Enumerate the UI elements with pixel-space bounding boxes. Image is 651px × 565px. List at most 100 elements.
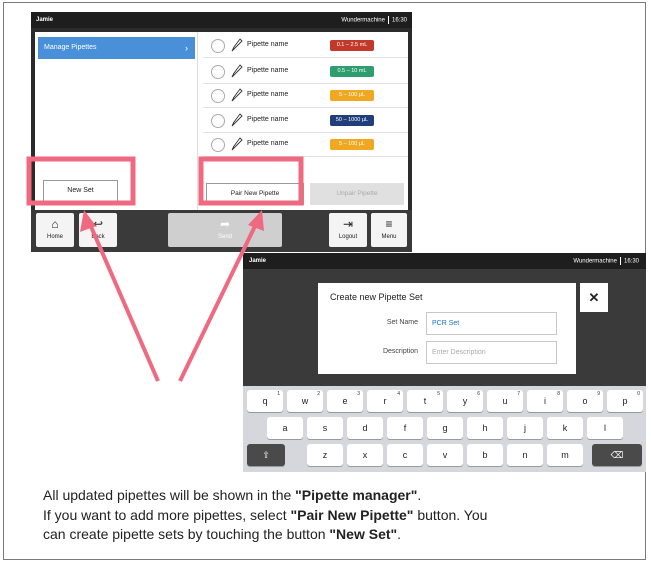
- pipette-row[interactable]: Pipette name 50 – 1000 µL: [203, 109, 408, 133]
- pipette-row[interactable]: Pipette name 0.1 – 2.5 mL: [203, 34, 408, 58]
- key-u[interactable]: u7: [487, 390, 523, 412]
- key-w[interactable]: w2: [287, 390, 323, 412]
- key-h[interactable]: h: [467, 417, 503, 439]
- key-c[interactable]: c: [387, 444, 423, 466]
- key-e[interactable]: e3: [327, 390, 363, 412]
- volume-range-badge: 0.5 – 10 mL: [330, 66, 374, 77]
- main-panel: Manage Pipettes › New Set Pair New Pipet…: [35, 32, 408, 210]
- caption-text: If you want to add more pipettes, select: [43, 506, 291, 523]
- key-t[interactable]: t5: [407, 390, 443, 412]
- pipette-icon: [231, 38, 243, 52]
- key-o[interactable]: o9: [567, 390, 603, 412]
- select-radio[interactable]: [211, 89, 225, 103]
- device-name: Wundermachine: [341, 17, 385, 24]
- pipette-row[interactable]: Pipette name 5 – 100 µL: [203, 84, 408, 108]
- key-b[interactable]: b: [467, 444, 503, 466]
- chevron-right-icon: ›: [185, 43, 188, 53]
- backspace-key[interactable]: ⌫: [592, 444, 642, 466]
- status-right: Wundermachine 16:30: [573, 257, 639, 265]
- back-button[interactable]: ↩ Back: [79, 213, 117, 247]
- logout-icon: ⇥: [342, 217, 354, 231]
- caption-text: All updated pipettes will be shown in th…: [43, 487, 296, 503]
- pipette-row[interactable]: Pipette name 5 – 100 µL: [203, 133, 408, 157]
- menu-label: Menu: [381, 234, 397, 240]
- footer-bar: ⌂ Home ↩ Back ➦ Send ⇥ Logout ≡ Menu: [31, 210, 412, 252]
- pipette-name: Pipette name: [247, 41, 289, 48]
- home-icon: ⌂: [51, 217, 59, 231]
- caption-text: .: [417, 487, 422, 503]
- key-p[interactable]: p0: [607, 390, 643, 412]
- status-right: Wundermachine 16:30: [341, 16, 407, 24]
- pipette-icon: [231, 137, 243, 151]
- select-radio[interactable]: [211, 65, 225, 79]
- caption-line-3: can create pipette sets by touching the …: [43, 525, 643, 545]
- key-k[interactable]: k: [547, 417, 583, 439]
- key-f[interactable]: f: [387, 417, 423, 439]
- key-s[interactable]: s: [307, 417, 343, 439]
- clock: 16:30: [623, 258, 639, 265]
- volume-range-badge: 50 – 1000 µL: [330, 115, 374, 126]
- create-set-screen: Jamie Wundermachine 16:30 Create new Pipe…: [243, 253, 646, 472]
- multichannel-pipette-icon: [231, 113, 243, 127]
- select-radio[interactable]: [211, 138, 225, 152]
- logout-button[interactable]: ⇥ Logout: [329, 213, 367, 247]
- set-name-label: Set Name: [386, 319, 418, 326]
- key-z[interactable]: z: [307, 444, 343, 466]
- send-icon: ➦: [219, 217, 231, 231]
- caption-text: .: [397, 526, 402, 542]
- new-set-button[interactable]: New Set: [43, 180, 118, 202]
- key-q[interactable]: q1: [247, 390, 283, 412]
- user-name: Jamie: [36, 17, 54, 23]
- manage-pipettes-item[interactable]: Manage Pipettes ›: [38, 37, 195, 59]
- description-label: Description: [382, 348, 418, 355]
- home-label: Home: [46, 234, 63, 240]
- key-d[interactable]: d: [347, 417, 383, 439]
- description-input[interactable]: Enter Description: [426, 341, 557, 364]
- caption-bold: "Pipette manager": [295, 487, 418, 503]
- pipette-icon: [231, 64, 243, 78]
- key-r[interactable]: r4: [367, 390, 403, 412]
- pipette-icon: [231, 88, 243, 102]
- pipette-manager-screen: Jamie Wundermachine 16:30 Manage Pipettes…: [31, 12, 412, 252]
- key-y[interactable]: y6: [447, 390, 483, 412]
- key-a[interactable]: a: [267, 417, 303, 439]
- home-button[interactable]: ⌂ Home: [36, 213, 74, 247]
- key-g[interactable]: g: [427, 417, 463, 439]
- pipette-name: Pipette name: [247, 140, 289, 147]
- clock: 16:30: [391, 17, 407, 24]
- send-button[interactable]: ➦ Send: [168, 213, 282, 247]
- key-i[interactable]: i8: [527, 390, 563, 412]
- caption-line-1: All updated pipettes will be shown in th…: [43, 486, 643, 506]
- back-icon: ↩: [92, 217, 104, 231]
- pair-new-pipette-button[interactable]: Pair New Pipette: [206, 183, 304, 205]
- key-v[interactable]: v: [427, 444, 463, 466]
- dialog-title: Create new Pipette Set: [330, 292, 423, 302]
- caption-bold: "New Set": [329, 526, 398, 542]
- close-button[interactable]: ✕: [580, 283, 608, 312]
- menu-button[interactable]: ≡ Menu: [371, 213, 407, 247]
- set-name-input[interactable]: PCR Set: [426, 312, 557, 335]
- shift-key[interactable]: ⇧: [247, 444, 285, 466]
- unpair-pipette-button[interactable]: Unpair Pipette: [310, 183, 404, 205]
- key-l[interactable]: l: [587, 417, 623, 439]
- back-label: Back: [91, 234, 105, 240]
- status-bar: Jamie Wundermachine 16:30: [31, 12, 412, 28]
- send-label: Send: [217, 234, 232, 240]
- status-bar: Jamie Wundermachine 16:30: [243, 253, 646, 269]
- pipette-name: Pipette name: [247, 67, 289, 74]
- user-name: Jamie: [249, 258, 267, 264]
- volume-range-badge: 0.1 – 2.5 mL: [330, 40, 374, 51]
- pipette-row[interactable]: Pipette name 0.5 – 10 mL: [203, 60, 408, 84]
- key-x[interactable]: x: [347, 444, 383, 466]
- select-radio[interactable]: [211, 114, 225, 128]
- caption-bold: "Pair New Pipette": [290, 506, 414, 523]
- device-name: Wundermachine: [573, 258, 617, 265]
- select-radio[interactable]: [211, 39, 225, 53]
- key-j[interactable]: j: [507, 417, 543, 439]
- key-m[interactable]: m: [547, 444, 583, 466]
- pipette-name: Pipette name: [247, 116, 289, 123]
- key-n[interactable]: n: [507, 444, 543, 466]
- caption-text: can create pipette sets by touching the …: [43, 526, 330, 542]
- sets-panel: Manage Pipettes › New Set: [35, 32, 198, 210]
- on-screen-keyboard: q 1 w 2 e 3 r 4 t 5 y 6 u 7 i 8 o 9 p 0 a s d f g h j k l ⇧ z x c v b n m ⌫: [243, 386, 646, 472]
